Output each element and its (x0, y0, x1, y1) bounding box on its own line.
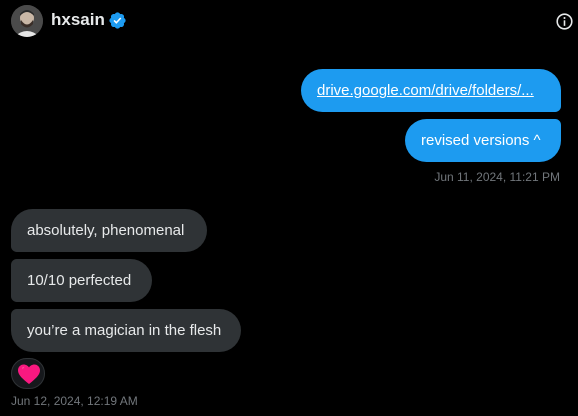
message-text: you’re a magician in the flesh (27, 322, 222, 339)
received-message[interactable]: you’re a magician in the flesh (11, 309, 241, 352)
message-text: revised versions ^ (421, 132, 541, 149)
sent-message[interactable]: revised versions ^ (405, 119, 561, 162)
verified-badge-icon (109, 12, 126, 29)
username[interactable]: hxsain (51, 10, 105, 30)
conversation-header: hxsain (0, 0, 578, 44)
reaction-badge[interactable] (11, 358, 45, 389)
info-icon[interactable] (555, 12, 574, 31)
message-text: 10/10 perfected (27, 272, 132, 289)
sent-message-link: drive.google.com/drive/folders/... (301, 69, 561, 112)
received-timestamp: Jun 12, 2024, 12:19 AM (11, 394, 138, 408)
received-message[interactable]: absolutely, phenomenal (11, 209, 207, 252)
received-message[interactable]: 10/10 perfected (11, 259, 152, 302)
drive-link[interactable]: drive.google.com/drive/folders/... (317, 82, 534, 99)
avatar[interactable] (11, 5, 43, 37)
sent-timestamp: Jun 11, 2024, 11:21 PM (434, 170, 560, 184)
red-heart-icon (18, 364, 40, 384)
message-text: absolutely, phenomenal (27, 222, 185, 239)
avatar-photo (11, 5, 43, 37)
